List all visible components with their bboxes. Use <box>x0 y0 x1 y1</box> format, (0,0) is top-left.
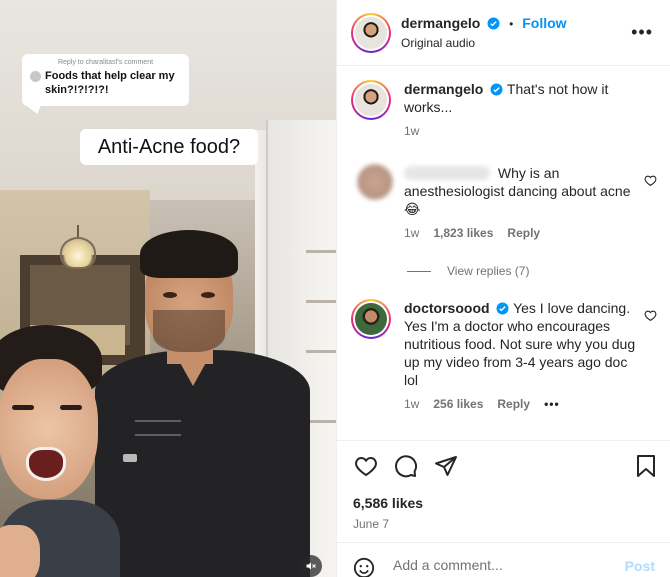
like-comment-heart-icon[interactable] <box>644 309 657 322</box>
emoji-icon[interactable] <box>353 557 375 577</box>
comment-time: 1w <box>404 397 420 411</box>
commenter-avatar[interactable] <box>351 299 391 339</box>
like-comment-heart-icon[interactable] <box>644 174 657 187</box>
view-replies-button[interactable]: View replies (7) <box>407 264 529 278</box>
reply-button[interactable]: Reply <box>497 397 530 411</box>
replies-divider <box>407 270 431 272</box>
header-separator: • <box>509 17 514 31</box>
comment-bubble-icon <box>395 455 418 478</box>
reaction-overlay <box>0 325 130 577</box>
follow-button[interactable]: Follow <box>522 15 566 31</box>
caption-time: 1w <box>404 124 420 138</box>
comment-button[interactable] <box>393 453 419 479</box>
caption-username[interactable]: dermangelo <box>404 81 483 97</box>
video-player[interactable]: Reply to charalitasf's comment Foods tha… <box>0 0 336 577</box>
post-panel: dermangelo • Follow Original audio ••• d… <box>336 0 670 577</box>
comment-likes[interactable]: 1,823 likes <box>433 226 493 240</box>
speaker-muted-icon <box>306 562 316 570</box>
commenter-avatar-blurred[interactable] <box>357 164 393 200</box>
reply-sticker: Reply to charalitasf's comment Foods tha… <box>22 54 189 106</box>
video-caption: Anti-Acne food? <box>80 129 258 165</box>
comment-more-button[interactable]: ••• <box>544 397 560 411</box>
comment-input[interactable] <box>393 557 613 573</box>
mute-button[interactable] <box>300 555 322 577</box>
paper-plane-icon <box>435 456 457 476</box>
post-date: June 7 <box>353 517 390 531</box>
share-button[interactable] <box>433 453 459 479</box>
save-button[interactable] <box>633 453 659 479</box>
commenter-username[interactable]: doctorsoood <box>404 300 490 316</box>
chandelier <box>60 225 96 269</box>
commenter-username-blurred[interactable] <box>404 166 490 180</box>
bookmark-icon <box>637 455 655 477</box>
heart-icon <box>355 456 377 477</box>
post-actions: 6,586 likes June 7 <box>337 440 670 540</box>
comment-time: 1w <box>404 226 420 240</box>
add-comment-bar: Post <box>337 542 670 577</box>
more-options-button[interactable]: ••• <box>631 22 653 43</box>
post-header: dermangelo • Follow Original audio ••• <box>337 0 670 66</box>
reply-button[interactable]: Reply <box>507 226 540 240</box>
author-username[interactable]: dermangelo <box>401 15 480 31</box>
view-replies-label: View replies (7) <box>447 264 530 278</box>
verified-badge-icon <box>487 17 500 30</box>
caption-avatar[interactable] <box>351 80 391 120</box>
comment-likes[interactable]: 256 likes <box>433 397 483 411</box>
verified-badge-icon <box>490 83 503 96</box>
verified-badge-icon <box>496 302 509 315</box>
audio-label[interactable]: Original audio <box>401 36 475 50</box>
comments-list[interactable]: dermangelo That's not how it works... 1w… <box>337 66 670 440</box>
reply-sticker-avatar <box>30 71 41 82</box>
reply-sticker-text: Foods that help clear my skin?!?!?!?! <box>45 70 175 96</box>
author-avatar[interactable] <box>351 13 391 53</box>
like-button[interactable] <box>353 453 379 479</box>
likes-count[interactable]: 6,586 likes <box>353 495 423 511</box>
post-comment-button[interactable]: Post <box>625 558 655 574</box>
reply-sticker-meta: Reply to charalitasf's comment <box>57 59 154 66</box>
